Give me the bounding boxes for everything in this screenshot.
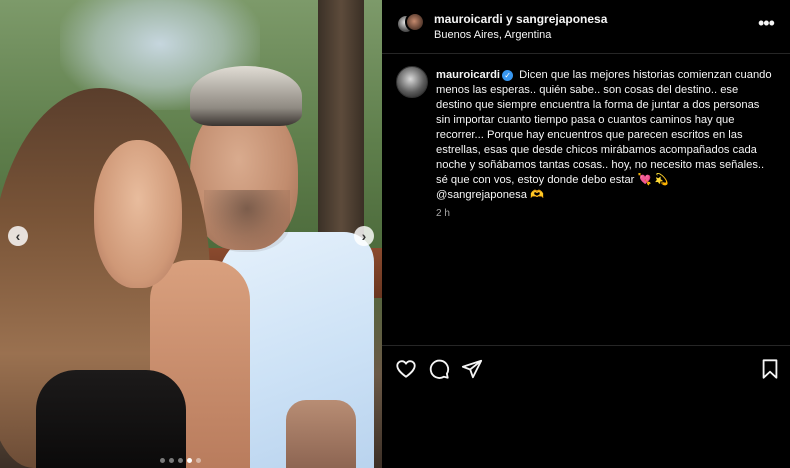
post-authors[interactable]: mauroicardi y sangrejaponesa <box>434 12 607 26</box>
previous-image-button[interactable]: ‹ <box>8 226 28 246</box>
action-bar <box>382 345 790 391</box>
carousel-dot <box>169 458 174 463</box>
caption-username[interactable]: mauroicardi <box>436 69 500 81</box>
woman-top <box>36 370 186 468</box>
heart-icon <box>396 360 416 378</box>
carousel-dot <box>178 458 183 463</box>
heart-hands-emoji: 🫶 <box>530 189 545 201</box>
carousel-dots <box>160 458 201 463</box>
more-options-button[interactable]: ••• <box>758 13 775 33</box>
bookmark-icon <box>762 359 778 379</box>
post-timestamp[interactable]: 2 h <box>436 208 450 219</box>
collab-avatars[interactable] <box>396 12 425 40</box>
carousel-dot <box>160 458 165 463</box>
post-image[interactable]: ‹ › <box>0 0 382 468</box>
carousel-dot <box>196 458 201 463</box>
heart-emoji: 💘 <box>637 174 652 186</box>
share-button[interactable] <box>461 358 483 380</box>
more-horizontal-icon: ••• <box>758 13 775 33</box>
caption-mention[interactable]: @sangrejaponesa <box>436 189 527 201</box>
caption-text: mauroicardi ✓ Dicen que las mejores histo… <box>436 68 776 203</box>
post-header: mauroicardi y sangrejaponesa Buenos Aire… <box>382 0 790 54</box>
comment-button[interactable] <box>428 358 450 380</box>
avatar[interactable] <box>396 66 428 98</box>
man-beard <box>204 190 290 252</box>
verified-badge-icon: ✓ <box>502 70 514 81</box>
next-image-button[interactable]: › <box>354 226 374 246</box>
save-button[interactable] <box>759 358 781 380</box>
sparkle-emoji: 💫 <box>654 174 669 186</box>
carousel-dot-active <box>187 458 192 463</box>
post-sidebar: mauroicardi y sangrejaponesa Buenos Aire… <box>382 0 790 468</box>
man-arm <box>286 400 356 468</box>
caption-body: Dicen que las mejores historias comienza… <box>436 69 772 186</box>
avatar[interactable] <box>405 12 425 32</box>
share-icon <box>461 359 483 379</box>
like-button[interactable] <box>395 358 417 380</box>
post-location[interactable]: Buenos Aires, Argentina <box>434 29 551 41</box>
man-hair <box>190 66 302 126</box>
comment-icon <box>429 359 450 379</box>
woman-face <box>94 140 182 288</box>
